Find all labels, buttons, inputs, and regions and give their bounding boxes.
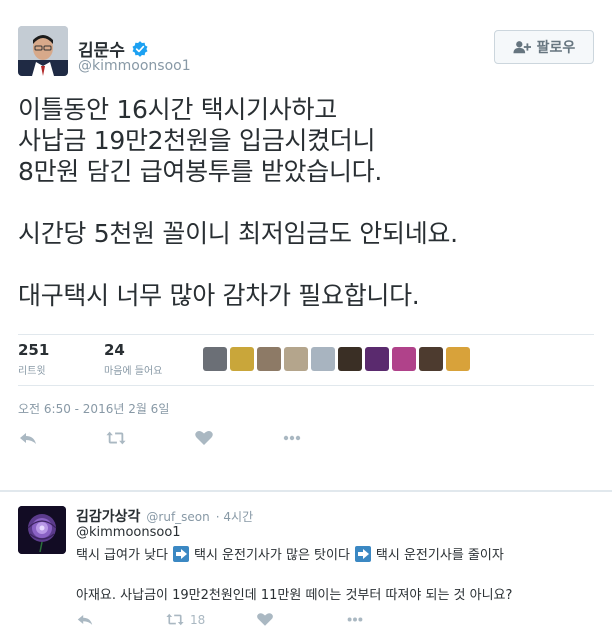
heart-icon xyxy=(257,613,273,626)
reply-text-line: 택시 급여가 낮다 택시 운전기사가 많은 탓이다 택시 운전기사를 줄이자 xyxy=(76,544,504,563)
retweets-count: 251 xyxy=(18,341,50,359)
reply-button[interactable] xyxy=(18,428,106,448)
verified-badge-icon xyxy=(132,40,148,57)
liker-avatar[interactable] xyxy=(419,347,443,371)
likers-avatars xyxy=(203,347,470,371)
likes-label: 마음에 들어요 xyxy=(104,366,163,377)
tweet-text-line: 시간당 5천원 꼴이니 최저임금도 안되네요. xyxy=(18,219,458,248)
reply-like-button[interactable] xyxy=(256,612,346,627)
reply-more-button[interactable] xyxy=(346,612,436,627)
reply-tweet[interactable]: 김감가상각 @ruf_seon · 4시간 @kimmoonsoo1 택시 급여… xyxy=(0,492,612,640)
reply-retweet-button[interactable]: 18 xyxy=(166,612,256,627)
reply-icon xyxy=(20,433,36,444)
retweets-label: 리트윗 xyxy=(18,366,46,377)
tweet-text-line: 대구택시 너무 많아 감차가 필요합니다. xyxy=(18,281,420,310)
reply-author-avatar[interactable] xyxy=(18,506,66,554)
reply-retweet-count: 18 xyxy=(190,612,206,627)
tweet-text-line: 이틀동안 16시간 택시기사하고 xyxy=(18,95,337,124)
reply-header: 김감가상각 @ruf_seon · 4시간 xyxy=(76,506,253,526)
heart-icon xyxy=(195,431,213,445)
liker-avatar[interactable] xyxy=(311,347,335,371)
retweet-icon xyxy=(166,613,184,626)
more-dots-icon xyxy=(283,435,301,441)
reply-icon xyxy=(77,615,93,625)
reply-author-name[interactable]: 김감가상각 xyxy=(76,506,140,526)
more-dots-icon xyxy=(347,617,363,622)
reply-text-part: 택시 운전기사를 줄이자 xyxy=(375,548,504,563)
reply-text-part: 택시 급여가 낮다 xyxy=(76,548,168,563)
right-arrow-icon xyxy=(354,545,371,562)
tweet-text-line: 사납금 19만2천원을 입금시켰더니 xyxy=(18,126,376,155)
retweet-button[interactable] xyxy=(106,428,194,448)
tweet-text-line: 8만원 담긴 급여봉투를 받았습니다. xyxy=(18,157,382,186)
tweet-actions xyxy=(18,428,370,448)
follow-label: 팔로우 xyxy=(536,40,576,56)
more-button[interactable] xyxy=(282,428,370,448)
divider xyxy=(18,334,594,335)
add-user-icon xyxy=(513,41,531,54)
author-avatar[interactable] xyxy=(18,26,68,76)
reply-text-part: 택시 운전기사가 많은 탓이다 xyxy=(194,548,350,563)
author-handle[interactable]: @kimmoonsoo1 xyxy=(78,58,191,74)
reply-mention[interactable]: @kimmoonsoo1 xyxy=(76,525,181,540)
retweet-icon xyxy=(106,431,126,445)
liker-avatar[interactable] xyxy=(257,347,281,371)
reply-text-line: 아재요. 사납금이 19만2천원인데 11만원 떼이는 것부터 따져야 되는 것… xyxy=(76,588,513,603)
liker-avatar[interactable] xyxy=(284,347,308,371)
liker-avatar[interactable] xyxy=(230,347,254,371)
liker-avatar[interactable] xyxy=(203,347,227,371)
likes-stat[interactable]: 24 마음에 들어요 xyxy=(104,341,162,377)
like-button[interactable] xyxy=(194,428,282,448)
liker-avatar[interactable] xyxy=(392,347,416,371)
tweet-timestamp[interactable]: 오전 6:50 - 2016년 2월 6일 xyxy=(18,400,169,417)
liker-avatar[interactable] xyxy=(446,347,470,371)
liker-avatar[interactable] xyxy=(365,347,389,371)
right-arrow-icon xyxy=(173,545,189,562)
reply-reply-button[interactable] xyxy=(76,612,166,627)
reply-actions: 18 xyxy=(76,612,436,627)
liker-avatar[interactable] xyxy=(338,347,362,371)
reply-author-handle[interactable]: @ruf_seon xyxy=(146,510,209,524)
divider xyxy=(18,385,594,386)
main-tweet: 김문수 @kimmoonsoo1 팔로우 이틀동안 16시간 택시기사하고 사납… xyxy=(0,0,612,490)
likes-count: 24 xyxy=(104,341,125,359)
reply-time[interactable]: · 4시간 xyxy=(216,508,253,525)
retweets-stat[interactable]: 251 리트윗 xyxy=(18,341,49,377)
follow-button[interactable]: 팔로우 xyxy=(494,30,594,64)
tweet-text: 이틀동안 16시간 택시기사하고 사납금 19만2천원을 입금시켰더니 8만원 … xyxy=(18,94,598,311)
